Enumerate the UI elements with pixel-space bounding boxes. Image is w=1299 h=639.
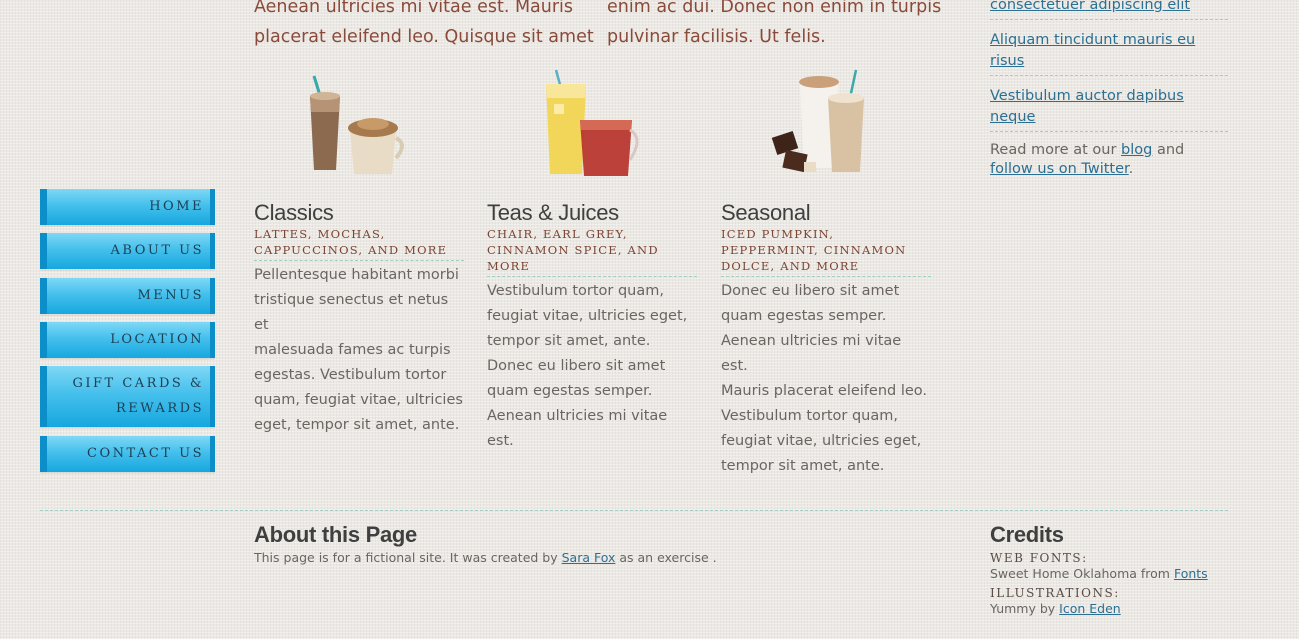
intro-text-line: placerat eleifend leo. Quisque sit amet [254,27,594,47]
nav-gift-cards-label: GIFT CARDS & [72,376,204,391]
webfonts-text: Sweet Home Oklahoma from [990,566,1174,581]
about-text: This page is for a fictional site. It wa… [254,550,854,565]
sidebar-link-top[interactable]: consectetuer adipiscing elit [990,0,1190,13]
sidebar-link-vestibulum-line: neque [990,109,1036,125]
product-description-line: feugiat vitae, ultricies eget, [487,308,688,324]
footer-divider [40,510,1228,511]
product-description-line: Donec eu libero sit amet [721,283,900,299]
product-title: Teas & Juices [487,200,619,225]
product-subtitle-line: LATTES, MOCHAS, [254,227,386,241]
nav-menus-label: MENUS [137,288,204,303]
nav-home-button[interactable]: HOME [40,189,215,225]
nav-location-label: LOCATION [110,332,204,347]
product-description-line: quam, feugiat vitae, ultricies [254,392,463,408]
credits-title: Credits [990,522,1064,547]
product-description-line: Mauris placerat eleifend leo. [721,383,927,399]
sidebar-link-item: consectetuer adipiscing elit [990,0,1228,20]
product-description-line: Donec eu libero sit amet [487,358,666,374]
product-description-line: egestas. Vestibulum tortor [254,367,447,383]
about-text-suffix: as an exercise . [615,550,717,565]
nav-contact-label: CONTACT US [87,446,204,461]
product-classics: Classics LATTES, MOCHAS, CAPPUCCINOS, AN… [254,200,464,438]
intro-column-1: Aenean ultricies mi vitae est. Mauris pl… [254,0,594,52]
illustrations-text: Yummy by [990,601,1060,616]
product-description-line: Aenean ultricies mi vitae est. [721,333,902,374]
product-description-line: Pellentesque habitant morbi [254,267,459,283]
product-subtitle-line: CHAIR, EARL GREY, [487,227,628,241]
product-description-line: quam egestas semper. [487,383,653,399]
readmore-text: Read more at our [990,142,1122,158]
product-teas-juices: Teas & Juices CHAIR, EARL GREY, CINNAMON… [487,200,697,454]
about-title: About this Page [254,522,417,547]
sidebar-link-item: Aliquam tincidunt mauris eu risus [990,20,1228,76]
fonts-link[interactable]: Fonts [1174,566,1208,581]
classics-drinks-image [300,72,410,178]
intro-text-line: enim ac dui. Donec non enim in turpis [607,0,942,17]
nav-location-button[interactable]: LOCATION [40,322,215,358]
product-description-line: feugiat vitae, ultricies eget, [721,433,922,449]
footer-about: About this Page This page is for a ficti… [254,522,854,565]
product-description-line: quam egestas semper. [721,308,887,324]
webfonts-credit: Sweet Home Oklahoma from Fonts [990,566,1250,581]
product-subtitle-line: PEPPERMINT, CINNAMON [721,243,907,257]
sidebar-readmore: Read more at our blog and follow us on T… [990,132,1228,179]
product-description: Donec eu libero sit amet quam egestas se… [721,279,931,479]
product-subtitle: LATTES, MOCHAS, CAPPUCCINOS, AND MORE [254,226,464,261]
nav-rewards-label: REWARDS [116,401,204,416]
sidebar-link-vestibulum[interactable]: Vestibulum auctor dapibus neque [990,88,1184,125]
footer-credits: Credits WEB FONTS: Sweet Home Oklahoma f… [990,522,1250,616]
intro-column-2: enim ac dui. Donec non enim in turpis pu… [607,0,941,52]
product-description-line: Aenean ultricies mi vitae est. [487,408,668,449]
webfonts-label: WEB FONTS: [990,551,1088,565]
seasonal-drinks-image [770,68,870,180]
intro-text-line: Aenean ultricies mi vitae est. Mauris [254,0,574,17]
nav-home-label: HOME [149,199,204,214]
teas-juices-image [540,68,644,178]
product-subtitle: CHAIR, EARL GREY, CINNAMON SPICE, AND MO… [487,226,697,277]
product-subtitle-line: DOLCE, AND MORE [721,259,860,273]
blog-link[interactable]: blog [1121,142,1152,158]
intro-text-line: pulvinar facilisis. Ut felis. [607,27,826,47]
product-subtitle-line: CAPPUCCINOS, AND MORE [254,243,448,257]
product-subtitle-line: MORE [487,259,531,273]
illustrations-credit: Yummy by Icon Eden [990,601,1250,616]
sidebar-link-vestibulum-line: Vestibulum auctor dapibus [990,88,1184,104]
nav-menus-button[interactable]: MENUS [40,278,215,314]
product-description-line: tempor sit amet, ante. [487,333,651,349]
nav-about-label: ABOUT US [110,243,204,258]
nav-about-us-button[interactable]: ABOUT US [40,233,215,269]
product-title: Seasonal [721,200,811,225]
product-description-line: eget, tempor sit amet, ante. [254,417,460,433]
author-link[interactable]: Sara Fox [562,550,616,565]
right-sidebar: consectetuer adipiscing elit Aliquam tin… [990,0,1228,179]
product-description: Pellentesque habitant morbi tristique se… [254,263,464,438]
product-subtitle-line: CINNAMON SPICE, AND [487,243,659,257]
product-description-line: tempor sit amet, ante. [721,458,885,474]
product-description-line: Vestibulum tortor quam, [721,408,898,424]
product-description-line: Vestibulum tortor quam, [487,283,664,299]
product-description-line: tristique senectus et netus et [254,292,449,333]
product-title: Classics [254,200,334,225]
product-description: Vestibulum tortor quam, feugiat vitae, u… [487,279,697,454]
sidebar-link-item: Vestibulum auctor dapibus neque [990,76,1228,132]
product-description-line: malesuada fames ac turpis [254,342,451,358]
twitter-link[interactable]: follow us on Twitter [990,161,1129,177]
illustrations-label: ILLUSTRATIONS: [990,586,1120,600]
readmore-and: and [1152,142,1185,158]
about-text-prefix: This page is for a fictional site. It wa… [254,550,562,565]
nav-gift-cards-button[interactable]: GIFT CARDS & REWARDS [40,366,215,427]
product-subtitle-line: ICED PUMPKIN, [721,227,835,241]
icon-eden-link[interactable]: Icon Eden [1059,601,1121,616]
nav-contact-us-button[interactable]: CONTACT US [40,436,215,472]
product-seasonal: Seasonal ICED PUMPKIN, PEPPERMINT, CINNA… [721,200,931,479]
sidebar-link-aliquam[interactable]: Aliquam tincidunt mauris eu risus [990,32,1195,69]
readmore-period: . [1128,161,1134,177]
product-subtitle: ICED PUMPKIN, PEPPERMINT, CINNAMON DOLCE… [721,226,931,277]
